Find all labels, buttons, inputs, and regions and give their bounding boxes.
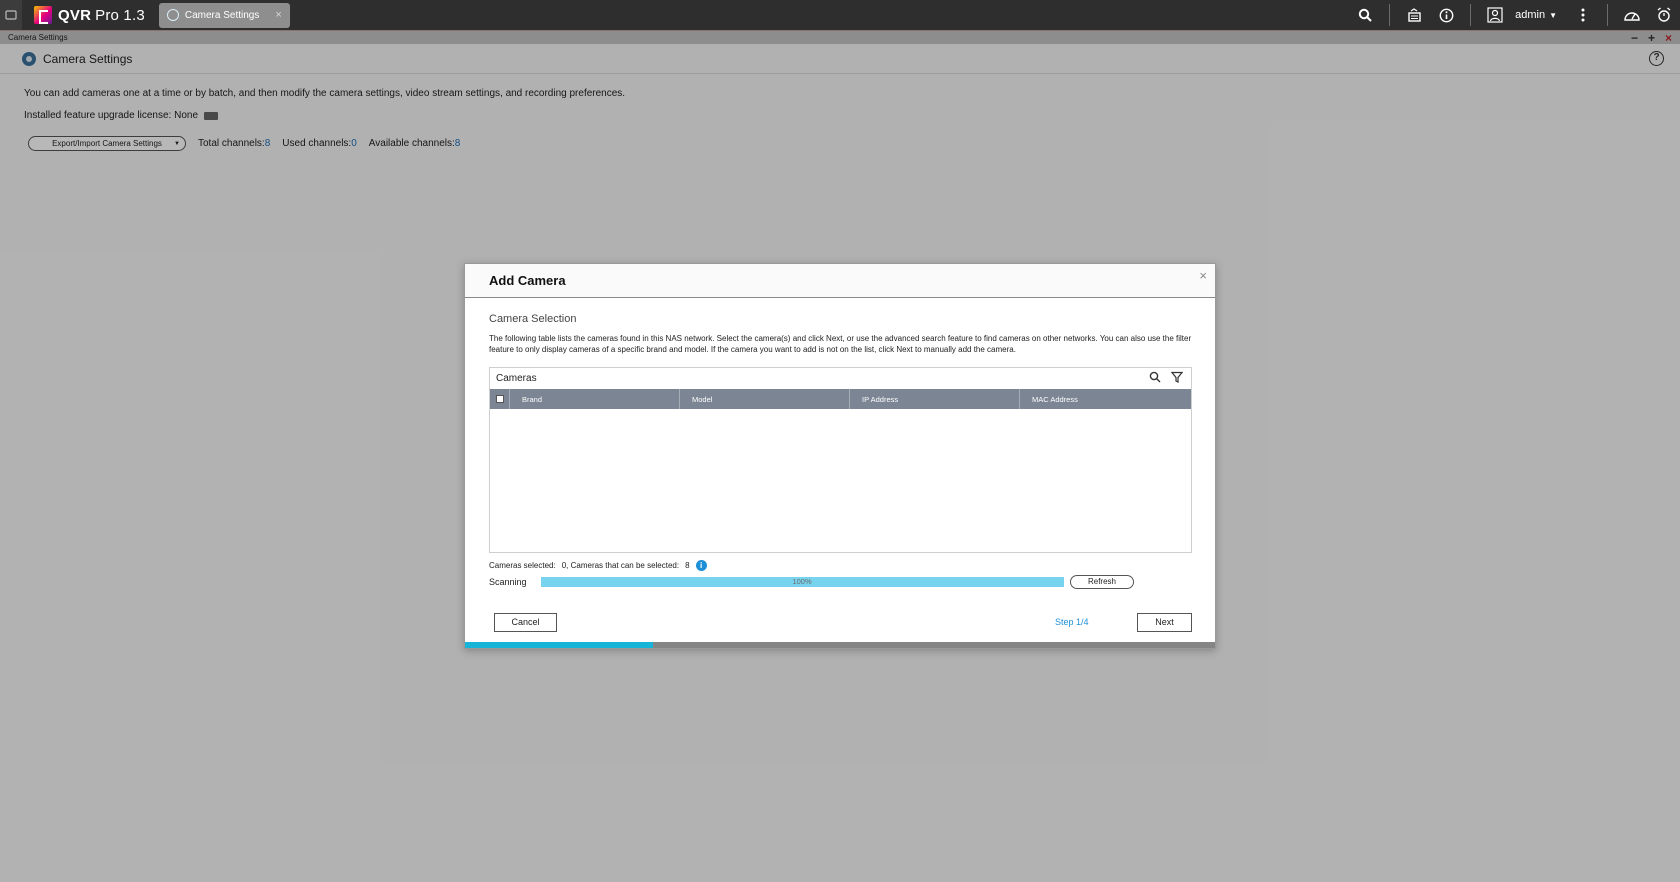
wizard-progress-bar xyxy=(465,642,1215,648)
tab-close-icon[interactable]: × xyxy=(275,9,281,21)
dashboard-gauge-icon[interactable] xyxy=(1616,0,1648,30)
column-header-mac-address[interactable]: MAC Address xyxy=(1020,389,1190,409)
selection-status: Cameras selected: 0, Cameras that can be… xyxy=(489,560,707,571)
next-button[interactable]: Next xyxy=(1137,613,1192,632)
table-toolbar: Cameras xyxy=(490,368,1191,389)
selected-label: Cameras selected: xyxy=(489,561,556,570)
search-icon[interactable] xyxy=(1349,0,1381,30)
user-name: admin xyxy=(1515,9,1546,21)
cancel-button[interactable]: Cancel xyxy=(494,613,557,632)
scanning-label: Scanning xyxy=(489,577,527,587)
app-version: Pro 1.3 xyxy=(95,6,145,24)
info-icon[interactable] xyxy=(1430,0,1462,30)
search-icon[interactable] xyxy=(1149,371,1161,386)
dialog-description: The following table lists the cameras fo… xyxy=(489,334,1192,354)
qvr-logo-icon xyxy=(34,6,52,24)
refresh-button[interactable]: Refresh xyxy=(1070,575,1134,589)
select-all-cell xyxy=(490,389,510,409)
chevron-down-icon: ▼ xyxy=(1549,10,1557,20)
tab-label: Camera Settings xyxy=(184,9,260,21)
filter-icon[interactable] xyxy=(1170,371,1184,386)
dialog-header: Add Camera xyxy=(465,264,1215,298)
table-title: Cameras xyxy=(496,373,537,384)
event-log-icon[interactable] xyxy=(1398,0,1430,30)
alarm-clock-icon[interactable] xyxy=(1648,0,1680,30)
divider xyxy=(1607,4,1608,26)
close-icon[interactable]: × xyxy=(1199,268,1207,283)
top-bar-right: admin ▼ xyxy=(1349,0,1680,30)
add-camera-dialog: Add Camera × Camera Selection The follow… xyxy=(464,263,1216,649)
top-bar: QVR Pro 1.3 Camera Settings × admin ▼ xyxy=(0,0,1680,30)
menu-toggle-icon[interactable] xyxy=(0,0,22,30)
info-icon[interactable]: i xyxy=(695,560,707,571)
section-title: Camera Selection xyxy=(489,313,577,325)
divider xyxy=(1389,4,1391,26)
column-header-brand[interactable]: Brand xyxy=(510,389,680,409)
selected-text: 0, Cameras that can be selected: xyxy=(561,561,680,570)
scan-progress-text: 100% xyxy=(792,577,812,586)
more-options-icon[interactable] xyxy=(1567,0,1599,30)
app-name: QVR xyxy=(58,6,92,24)
selectable-count: 8 xyxy=(685,561,690,570)
table-tools xyxy=(1149,371,1184,386)
column-header-ip-address[interactable]: IP Address xyxy=(850,389,1020,409)
camera-settings-tab-icon xyxy=(166,9,179,21)
user-avatar-icon[interactable] xyxy=(1479,0,1511,30)
dialog-title: Add Camera xyxy=(489,273,566,288)
user-menu[interactable]: admin ▼ xyxy=(1515,9,1557,21)
select-all-checkbox[interactable] xyxy=(495,395,504,403)
tab-camera-settings[interactable]: Camera Settings × xyxy=(158,2,290,28)
wizard-progress-fill xyxy=(465,642,653,648)
step-indicator: Step 1/4 xyxy=(1055,617,1089,627)
cameras-table: Cameras Brand Model IP Address MAC Addre… xyxy=(489,367,1192,553)
divider xyxy=(1470,4,1472,26)
app-title: QVR Pro 1.3 xyxy=(58,7,145,24)
column-header-model[interactable]: Model xyxy=(680,389,850,409)
table-header-row: Brand Model IP Address MAC Address xyxy=(490,389,1191,409)
scan-progress-bar: 100% xyxy=(540,577,1064,587)
scan-progress-row: Scanning 100% xyxy=(489,577,1129,587)
